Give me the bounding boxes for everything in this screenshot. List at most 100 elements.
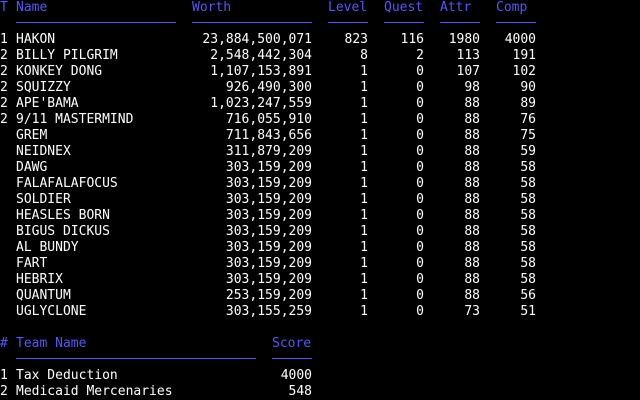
player-attr: 88 xyxy=(464,112,480,127)
player-row: BIGUS DICKUS 303,159,209 1 0 88 58 xyxy=(0,224,640,240)
player-quest: 0 xyxy=(416,64,424,79)
player-attr: 98 xyxy=(464,80,480,95)
player-quest: 2 xyxy=(416,48,424,63)
header-rule-comp xyxy=(496,22,536,23)
player-quest: 0 xyxy=(416,272,424,287)
player-worth: 1,023,247,559 xyxy=(210,96,312,111)
player-quest: 116 xyxy=(400,32,424,47)
player-row: HEASLES BORN 303,159,209 1 0 88 58 xyxy=(0,208,640,224)
player-worth: 303,155,259 xyxy=(225,304,312,319)
player-quest: 0 xyxy=(416,288,424,303)
player-attr: 107 xyxy=(456,64,480,79)
player-level: 1 xyxy=(360,144,368,159)
player-team xyxy=(0,272,12,288)
player-row: DAWG 303,159,209 1 0 88 58 xyxy=(0,160,640,176)
player-quest: 0 xyxy=(416,160,424,175)
player-level: 1 xyxy=(360,256,368,271)
header-worth: Worth xyxy=(192,0,232,15)
player-worth: 1,107,153,891 xyxy=(210,64,312,79)
player-worth: 2,548,442,304 xyxy=(210,48,312,63)
player-worth: 926,490,300 xyxy=(225,80,312,95)
player-team xyxy=(0,128,12,144)
player-comp: 56 xyxy=(520,288,536,303)
player-level: 8 xyxy=(360,48,368,63)
player-row: 2 BILLY PILGRIM 2,548,442,304 8 2 113 191 xyxy=(0,48,640,64)
player-attr: 88 xyxy=(464,96,480,111)
player-level: 1 xyxy=(360,272,368,287)
header-rule-worth xyxy=(192,22,312,23)
player-attr: 88 xyxy=(464,272,480,287)
header-rule-score xyxy=(272,358,312,359)
player-worth: 711,843,656 xyxy=(225,128,312,143)
header-team-number: # xyxy=(0,336,8,351)
player-quest: 0 xyxy=(416,208,424,223)
header-rule-quest xyxy=(384,22,424,23)
player-quest: 0 xyxy=(416,240,424,255)
player-comp: 58 xyxy=(520,272,536,287)
team-row: 2 Medicaid Mercenaries 548 xyxy=(0,384,640,400)
player-attr: 88 xyxy=(464,192,480,207)
player-quest: 0 xyxy=(416,304,424,319)
player-row: 2 KONKEY DONG 1,107,153,891 1 0 107 102 xyxy=(0,64,640,80)
header-name: Name xyxy=(16,0,48,15)
player-quest: 0 xyxy=(416,256,424,271)
team-number: 2 xyxy=(0,384,8,399)
player-team xyxy=(0,224,12,240)
player-row: HEBRIX 303,159,209 1 0 88 58 xyxy=(0,272,640,288)
header-rule-name xyxy=(16,22,176,23)
player-comp: 58 xyxy=(520,240,536,255)
player-attr: 88 xyxy=(464,144,480,159)
header-score: Score xyxy=(272,336,312,351)
player-comp: 58 xyxy=(520,256,536,271)
player-row: 2 APE'BAMA 1,023,247,559 1 0 88 89 xyxy=(0,96,640,112)
player-comp: 59 xyxy=(520,144,536,159)
player-level: 1 xyxy=(360,288,368,303)
header-rule-attr xyxy=(440,22,480,23)
player-team xyxy=(0,304,12,320)
player-row: FALAFALAFOCUS 303,159,209 1 0 88 58 xyxy=(0,176,640,192)
header-quest: Quest xyxy=(384,0,424,15)
player-comp: 102 xyxy=(512,64,536,79)
team-score: 548 xyxy=(288,384,312,399)
player-quest: 0 xyxy=(416,96,424,111)
player-quest: 0 xyxy=(416,176,424,191)
player-team xyxy=(0,240,12,256)
player-comp: 191 xyxy=(512,48,536,63)
player-worth: 303,159,209 xyxy=(225,208,312,223)
player-level: 1 xyxy=(360,192,368,207)
player-team xyxy=(0,256,12,272)
player-quest: 0 xyxy=(416,192,424,207)
player-team xyxy=(0,208,12,224)
player-comp: 58 xyxy=(520,192,536,207)
player-attr: 88 xyxy=(464,176,480,191)
player-comp: 90 xyxy=(520,80,536,95)
header-team: T xyxy=(0,0,8,15)
player-worth: 303,159,209 xyxy=(225,272,312,287)
player-level: 1 xyxy=(360,64,368,79)
player-attr: 88 xyxy=(464,128,480,143)
player-worth: 311,879,209 xyxy=(225,144,312,159)
header-level: Level xyxy=(328,0,368,15)
player-level: 1 xyxy=(360,304,368,319)
player-row: SOLDIER 303,159,209 1 0 88 58 xyxy=(0,192,640,208)
player-level: 1 xyxy=(360,128,368,143)
player-attr: 88 xyxy=(464,240,480,255)
header-attr: Attr xyxy=(440,0,472,15)
player-worth: 303,159,209 xyxy=(225,192,312,207)
player-row: FART 303,159,209 1 0 88 58 xyxy=(0,256,640,272)
team-row: 1 Tax Deduction 4000 xyxy=(0,368,640,384)
header-team-name: Team Name xyxy=(16,336,87,351)
player-level: 1 xyxy=(360,96,368,111)
player-team xyxy=(0,176,12,192)
player-row: 1 HAKON 23,884,500,071 823 116 1980 4000 xyxy=(0,32,640,48)
team-score: 4000 xyxy=(280,368,312,383)
player-worth: 303,159,209 xyxy=(225,224,312,239)
team-name: Medicaid Mercenaries xyxy=(16,384,173,399)
header-comp: Comp xyxy=(496,0,528,15)
player-quest: 0 xyxy=(416,112,424,127)
player-attr: 88 xyxy=(464,256,480,271)
player-level: 1 xyxy=(360,160,368,175)
header-rule-level xyxy=(328,22,368,23)
player-row: UGLYCLONE 303,155,259 1 0 73 51 xyxy=(0,304,640,320)
player-attr: 73 xyxy=(464,304,480,319)
